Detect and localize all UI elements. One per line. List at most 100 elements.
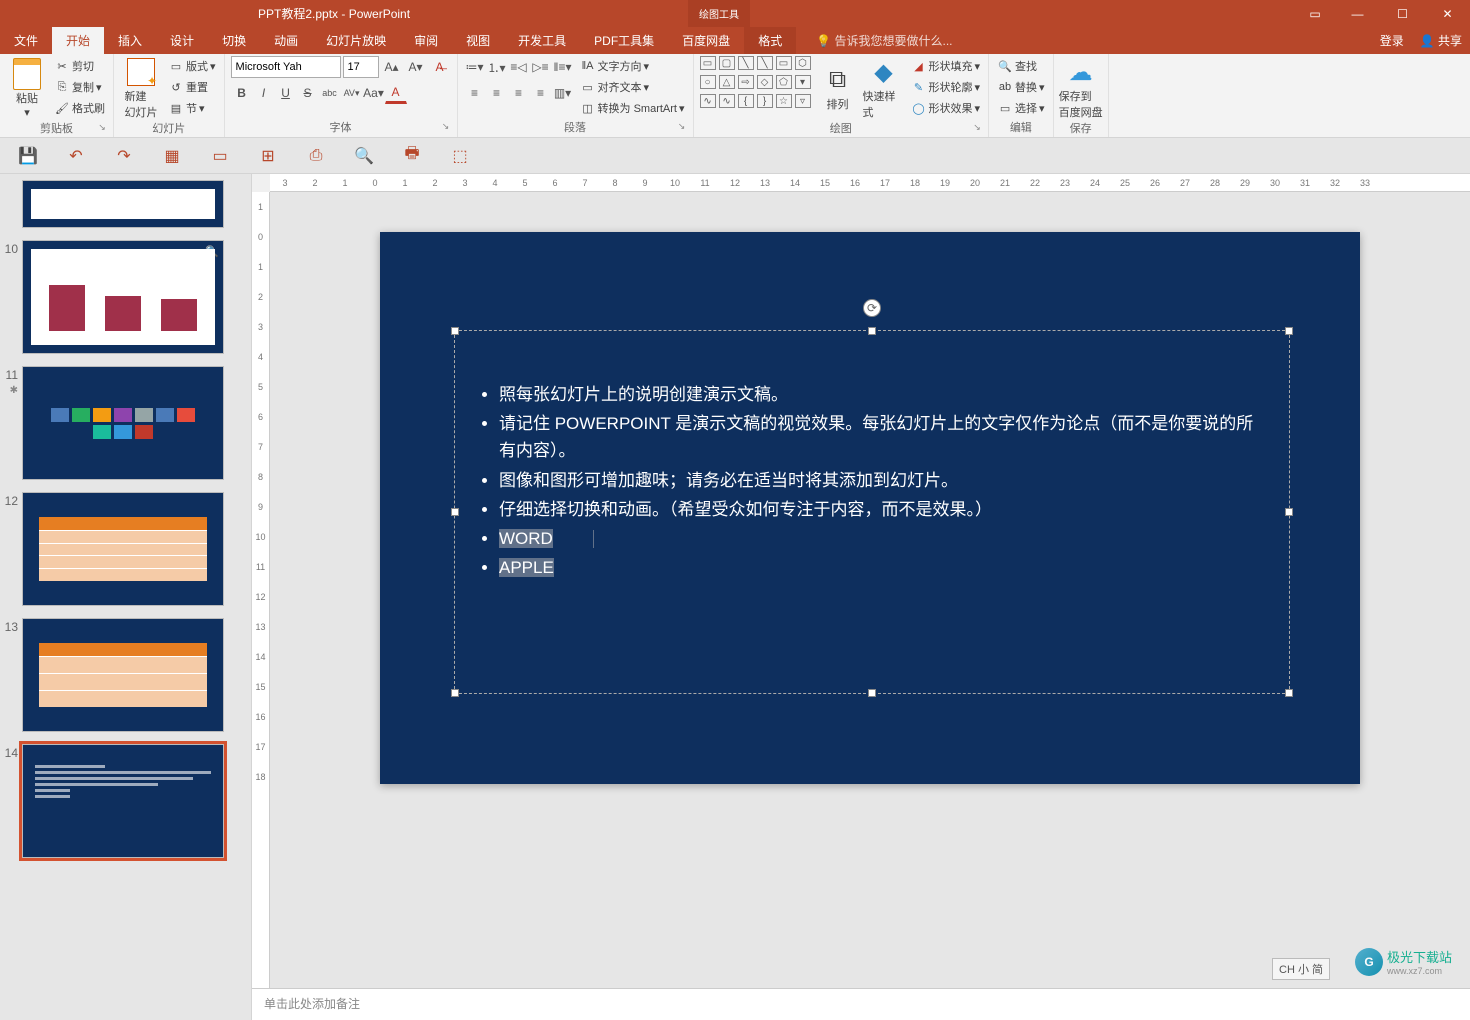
slide-thumbnail-14[interactable] xyxy=(22,744,224,858)
increase-indent-button[interactable]: ▷≡ xyxy=(530,56,552,78)
bullet-item[interactable]: 请记住 POWERPOINT 是演示文稿的视觉效果。每张幻灯片上的文字仅作为论点… xyxy=(499,410,1269,464)
align-text-button[interactable]: ▭对齐文本▾ xyxy=(578,77,687,97)
tab-design[interactable]: 设计 xyxy=(156,27,208,54)
font-dialog-launcher[interactable]: ↘ xyxy=(439,121,453,135)
bold-button[interactable]: B xyxy=(231,82,253,104)
slide-canvas[interactable]: ⟳ 照每张幻灯片上的说明创建演示文稿。 请记住 POWERPOINT 是演示文稿… xyxy=(270,192,1470,988)
tab-baidu[interactable]: 百度网盘 xyxy=(668,27,744,54)
bullet-item[interactable]: 图像和图形可增加趣味；请务必在适当时将其添加到幻灯片。 xyxy=(499,467,1269,494)
bullet-item[interactable]: 照每张幻灯片上的说明创建演示文稿。 xyxy=(499,381,1269,408)
increase-font-button[interactable]: A▴ xyxy=(381,56,403,78)
line-spacing-button[interactable]: ‖≡▾ xyxy=(552,56,574,78)
change-case-button[interactable]: Aa▾ xyxy=(363,82,385,104)
qat-redo[interactable]: ↷ xyxy=(112,144,136,168)
justify-button[interactable]: ≡ xyxy=(530,82,552,104)
paste-button[interactable]: 粘贴▾ xyxy=(6,56,48,120)
decrease-font-button[interactable]: A▾ xyxy=(405,56,427,78)
bullet-item-selected[interactable]: APPLE xyxy=(499,554,1269,581)
italic-button[interactable]: I xyxy=(253,82,275,104)
tab-transitions[interactable]: 切换 xyxy=(208,27,260,54)
resize-handle-ml[interactable] xyxy=(451,508,459,516)
font-size-input[interactable] xyxy=(343,56,379,78)
slide-thumbnail-11[interactable] xyxy=(22,366,224,480)
ribbon-display-options[interactable]: ▭ xyxy=(1300,0,1330,27)
font-color-button[interactable]: A xyxy=(385,82,407,104)
close-button[interactable]: ✕ xyxy=(1425,0,1470,27)
resize-handle-tm[interactable] xyxy=(868,327,876,335)
quick-styles-button[interactable]: ◆快速样式 xyxy=(863,56,905,120)
section-button[interactable]: ▤节▾ xyxy=(166,98,218,118)
qat-btn4[interactable]: ▦ xyxy=(160,144,184,168)
new-slide-button[interactable]: 新建 幻灯片 xyxy=(120,56,162,120)
shape-outline-button[interactable]: ✎形状轮廓▾ xyxy=(909,77,983,97)
tab-pdf[interactable]: PDF工具集 xyxy=(580,27,668,54)
text-direction-button[interactable]: ‖A文字方向▾ xyxy=(578,56,687,76)
drawing-dialog-launcher[interactable]: ↘ xyxy=(970,122,984,136)
qat-undo[interactable]: ↶ xyxy=(64,144,88,168)
bullets-button[interactable]: ≔▾ xyxy=(464,56,486,78)
numbering-button[interactable]: ⒈▾ xyxy=(486,56,508,78)
paragraph-dialog-launcher[interactable]: ↘ xyxy=(675,121,689,135)
save-to-baidu-button[interactable]: ☁保存到 百度网盘 xyxy=(1060,56,1102,120)
resize-handle-bl[interactable] xyxy=(451,689,459,697)
tab-file[interactable]: 文件 xyxy=(0,27,52,54)
reset-button[interactable]: ↺重置 xyxy=(166,77,218,97)
qat-save[interactable]: 💾 xyxy=(16,144,40,168)
format-painter-button[interactable]: 🖌格式刷 xyxy=(52,98,107,118)
slide-thumbnails-panel[interactable]: 10 🔍 11✱ 12 13 14 xyxy=(0,174,252,1020)
tab-animations[interactable]: 动画 xyxy=(260,27,312,54)
tell-me-search[interactable]: 💡 告诉我您想要做什么... xyxy=(816,27,952,54)
tab-view[interactable]: 视图 xyxy=(452,27,504,54)
layout-button[interactable]: ▭版式▾ xyxy=(166,56,218,76)
tab-developer[interactable]: 开发工具 xyxy=(504,27,580,54)
underline-button[interactable]: U xyxy=(275,82,297,104)
resize-handle-tl[interactable] xyxy=(451,327,459,335)
slide-thumbnail-13[interactable] xyxy=(22,618,224,732)
minimize-button[interactable]: — xyxy=(1335,0,1380,27)
align-left-button[interactable]: ≡ xyxy=(464,82,486,104)
tab-slideshow[interactable]: 幻灯片放映 xyxy=(312,27,400,54)
resize-handle-mr[interactable] xyxy=(1285,508,1293,516)
char-spacing-button[interactable]: AV▾ xyxy=(341,82,363,104)
strikethrough-button[interactable]: S xyxy=(297,82,319,104)
qat-btn7[interactable]: ⎙ xyxy=(304,144,328,168)
find-button[interactable]: 🔍查找 xyxy=(995,56,1047,76)
shape-fill-button[interactable]: ◢形状填充▾ xyxy=(909,56,983,76)
bullet-item-selected[interactable]: WORD xyxy=(499,525,1269,552)
font-name-input[interactable] xyxy=(231,56,341,78)
copy-button[interactable]: ⎘复制▾ xyxy=(52,77,107,97)
align-right-button[interactable]: ≡ xyxy=(508,82,530,104)
clipboard-dialog-launcher[interactable]: ↘ xyxy=(95,122,109,136)
resize-handle-bm[interactable] xyxy=(868,689,876,697)
slide-thumbnail-10[interactable]: 🔍 xyxy=(22,240,224,354)
bullet-item[interactable]: 仔细选择切换和动画。（希望受众如何专注于内容，而不是效果。） xyxy=(499,496,1269,523)
columns-button[interactable]: ▥▾ xyxy=(552,82,574,104)
resize-handle-br[interactable] xyxy=(1285,689,1293,697)
tab-home[interactable]: 开始 xyxy=(52,27,104,54)
slide-thumbnail-12[interactable] xyxy=(22,492,224,606)
clear-formatting-button[interactable]: A̶ xyxy=(429,56,451,78)
slide-thumbnail-prev[interactable] xyxy=(22,180,224,228)
maximize-button[interactable]: ☐ xyxy=(1380,0,1425,27)
qat-btn10[interactable]: ⬚ xyxy=(448,144,472,168)
content-textbox[interactable]: ⟳ 照每张幻灯片上的说明创建演示文稿。 请记住 POWERPOINT 是演示文稿… xyxy=(454,330,1290,694)
rotate-handle[interactable]: ⟳ xyxy=(863,299,881,317)
qat-btn9[interactable]: 🖶 xyxy=(400,144,424,168)
text-shadow-button[interactable]: abc xyxy=(319,82,341,104)
bullet-list[interactable]: 照每张幻灯片上的说明创建演示文稿。 请记住 POWERPOINT 是演示文稿的视… xyxy=(475,381,1269,581)
tab-review[interactable]: 审阅 xyxy=(400,27,452,54)
qat-btn6[interactable]: ⊞ xyxy=(256,144,280,168)
arrange-button[interactable]: ⧉排列 xyxy=(817,56,859,120)
decrease-indent-button[interactable]: ≡◁ xyxy=(508,56,530,78)
notes-pane[interactable]: 单击此处添加备注 xyxy=(252,988,1470,1020)
qat-btn5[interactable]: ▭ xyxy=(208,144,232,168)
slide[interactable]: ⟳ 照每张幻灯片上的说明创建演示文稿。 请记住 POWERPOINT 是演示文稿… xyxy=(380,232,1360,784)
cut-button[interactable]: ✂剪切 xyxy=(52,56,107,76)
select-button[interactable]: ▭选择▾ xyxy=(995,98,1047,118)
share-button[interactable]: 👤 共享 xyxy=(1420,32,1462,49)
convert-smartart-button[interactable]: ◫转换为 SmartArt▾ xyxy=(578,98,687,118)
align-center-button[interactable]: ≡ xyxy=(486,82,508,104)
tab-insert[interactable]: 插入 xyxy=(104,27,156,54)
shapes-gallery[interactable]: ▭▢╲╲▭⬡ ○△⇨◇⬠▾ ∿∿{}☆▿ xyxy=(700,56,813,112)
replace-button[interactable]: ab替换▾ xyxy=(995,77,1047,97)
